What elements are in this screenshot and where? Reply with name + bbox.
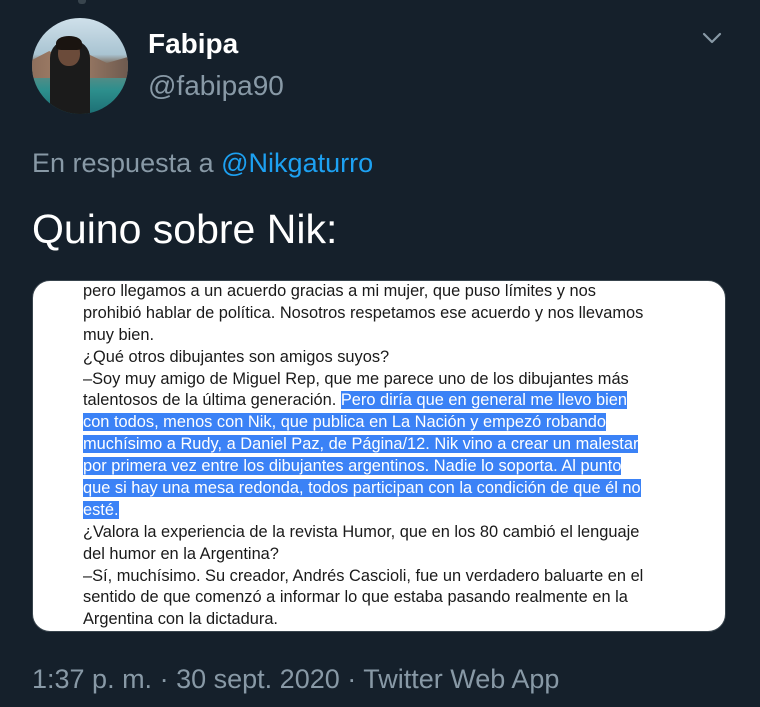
document-line: ¿Valora la experiencia de la revista Hum… [83, 522, 683, 544]
document-line: con todos, menos con Nik, que publica en… [83, 412, 683, 434]
document-line: talentosos de la última generación. Pero… [83, 390, 683, 412]
document-line: sentido de que comenzó a informar lo que… [83, 587, 683, 609]
tweet-metadata: 1:37 p. m. · 30 sept. 2020 · Twitter Web… [32, 664, 559, 695]
tweet-header: Fabipa @fabipa90 [32, 18, 732, 118]
document-line: muy bien. [83, 325, 683, 347]
document-line: del humor en la Argentina? [83, 544, 683, 566]
tweet-date[interactable]: 30 sept. 2020 [176, 664, 340, 694]
separator: · [159, 664, 169, 694]
document-highlighted-text: esté. [83, 500, 119, 519]
document-line: pero llegamos a un acuerdo gracias a mi … [83, 281, 683, 303]
document-line: –Sí, muchísimo. Su creador, Andrés Casci… [83, 566, 683, 588]
reply-mention-link[interactable]: @Nikgaturro [221, 148, 373, 178]
avatar[interactable] [32, 18, 128, 114]
document-line-text: ¿Qué otros dibujantes son amigos suyos? [83, 347, 390, 366]
avatar-hair [56, 36, 82, 50]
document-line-text: sentido de que comenzó a informar lo que… [83, 588, 628, 607]
document-highlighted-text: que si hay una mesa redonda, todos parti… [83, 479, 641, 498]
document-line-text: del humor en la Argentina? [83, 544, 279, 563]
document-line-text: Argentina con la dictadura. [83, 610, 278, 629]
document-highlighted-text: por primera vez entre los dibujantes arg… [83, 457, 622, 476]
author-handle[interactable]: @fabipa90 [148, 70, 284, 102]
document-line: ¿Qué otros dibujantes son amigos suyos? [83, 347, 683, 369]
document-line-text: talentosos de la última generación. [83, 391, 341, 410]
thread-line-stub [78, 0, 86, 4]
tweet-source-link[interactable]: Twitter Web App [363, 664, 559, 694]
document-line: muchísimo a Rudy, a Daniel Paz, de Págin… [83, 434, 683, 456]
document-highlighted-text: muchísimo a Rudy, a Daniel Paz, de Págin… [83, 435, 639, 454]
separator: · [347, 664, 357, 694]
document-line: prohibió hablar de política. Nosotros re… [83, 303, 683, 325]
document-line: por primera vez entre los dibujantes arg… [83, 456, 683, 478]
tweet-time[interactable]: 1:37 p. m. [32, 664, 152, 694]
reply-prefix: En respuesta a [32, 148, 214, 178]
tweet-text: Quino sobre Nik: [32, 206, 338, 252]
chevron-down-icon[interactable] [700, 26, 724, 50]
document-line-text: ¿Valora la experiencia de la revista Hum… [83, 522, 640, 541]
document-line-text: muy bien. [83, 325, 155, 344]
document-highlighted-text: Pero diría que en general me llevo bien [340, 391, 627, 410]
author-display-name[interactable]: Fabipa [148, 28, 238, 60]
document-text: pero llegamos a un acuerdo gracias a mi … [83, 281, 683, 631]
document-line-text: –Soy muy amigo de Miguel Rep, que me par… [83, 369, 629, 388]
document-line: que si hay una mesa redonda, todos parti… [83, 478, 683, 500]
document-line-text: pero llegamos a un acuerdo gracias a mi … [83, 282, 596, 300]
tweet-image[interactable]: pero llegamos a un acuerdo gracias a mi … [32, 280, 726, 632]
document-line: –Soy muy amigo de Miguel Rep, que me par… [83, 369, 683, 391]
document-line-text: prohibió hablar de política. Nosotros re… [83, 303, 644, 322]
document-highlighted-text: con todos, menos con Nik, que publica en… [83, 413, 607, 432]
reply-context: En respuesta a @Nikgaturro [32, 148, 373, 179]
document-line: Argentina con la dictadura. [83, 609, 683, 631]
document-line-text: –Sí, muchísimo. Su creador, Andrés Casci… [83, 566, 644, 585]
document-line: esté. [83, 500, 683, 522]
